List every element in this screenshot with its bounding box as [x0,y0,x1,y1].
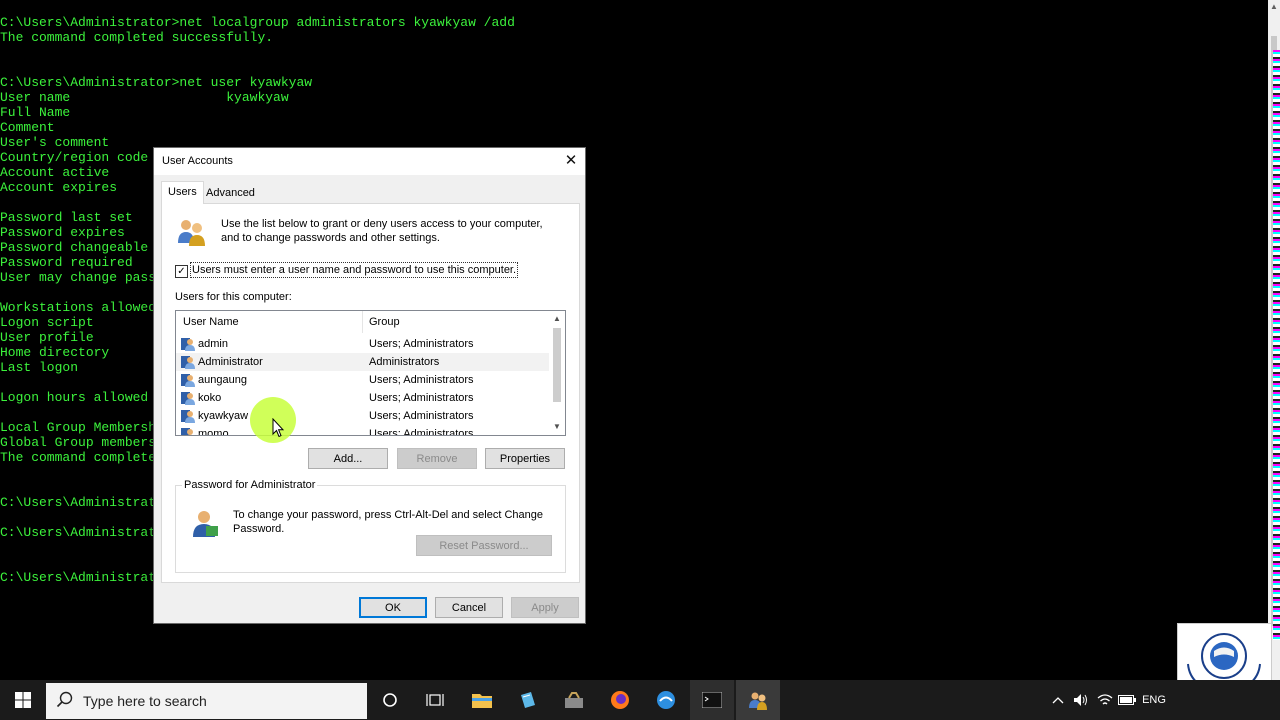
user-group-cell: Administrators [369,356,440,368]
file-explorer-icon [472,694,492,708]
user-list-row[interactable]: kyawkyaw Users; Administrators [176,407,549,425]
task-view-icon [426,694,444,706]
start-button[interactable] [0,680,46,720]
windows-logo-icon [15,692,31,708]
user-name-cell: admin [198,338,228,350]
password-groupbox: Password for Administrator To change you… [175,479,566,573]
close-icon[interactable]: ✕ [557,148,585,175]
scroll-down-icon[interactable]: ▼ [549,419,565,435]
firefox-button[interactable] [598,680,642,720]
taskbar-search-box[interactable]: Type here to search [46,683,367,719]
edge-button[interactable] [644,680,688,720]
cancel-button[interactable]: Cancel [435,597,503,618]
firefox-icon [611,691,629,709]
user-icon [181,374,195,387]
tab-users[interactable]: Users [161,181,204,204]
user-name-cell: kyawkyaw [198,410,249,422]
user-icon [181,338,195,351]
user-accounts-taskbar-button[interactable] [736,680,780,720]
user-list-row[interactable]: koko Users; Administrators [176,389,549,407]
tab-advanced[interactable]: Advanced [200,184,261,202]
user-name-cell: koko [198,392,222,404]
password-group-legend: Password for Administrator [182,479,318,491]
battery-icon [1118,695,1136,705]
user-group-cell: Users; Administrators [369,374,474,386]
user-icon [181,392,195,405]
user-name-cell: aungaung [198,374,247,386]
add-user-button[interactable]: Add... [308,448,388,469]
user-group-cell: Users; Administrators [369,392,474,404]
scroll-up-arrow-icon[interactable]: ▲ [1268,0,1280,14]
reset-password-button[interactable]: Reset Password... [416,535,552,556]
screen-edge-artifact [1273,50,1280,640]
edge-icon [657,691,675,709]
user-list-row[interactable]: aungaung Users; Administrators [176,371,549,389]
user-list-row[interactable]: Administrator Administrators [176,353,549,371]
console-line: Comment [0,120,55,135]
user-name-cell: momo [198,428,229,436]
console-line: User name kyawkyaw [0,90,289,105]
scroll-up-icon[interactable]: ▲ [549,311,565,327]
file-explorer-button[interactable] [460,680,504,720]
user-list-row[interactable]: admin Users; Administrators [176,335,549,353]
apply-button[interactable]: Apply [511,597,579,618]
user-accounts-dialog: User Accounts ✕ Users Advanced Use the l… [153,147,586,624]
speaker-icon [1074,694,1087,706]
column-header-group[interactable]: Group [369,316,400,328]
dialog-titlebar[interactable]: User Accounts ✕ [154,148,585,175]
users-list-scroll-thumb[interactable] [553,328,561,402]
users-list-scrollbar[interactable]: ▲ ▼ [549,311,565,435]
console-line: C:\Users\Administrator>net user kyawkyaw [0,75,313,90]
users-list[interactable]: User Name Group admin Users; Administrato… [175,310,566,436]
toolbox-button[interactable] [552,680,596,720]
cmd-button[interactable] [690,680,734,720]
ok-button[interactable]: OK [359,597,427,618]
console-line: C:\Users\Administrator>net localgroup ad… [0,15,515,30]
require-login-label[interactable]: Users must enter a user name and passwor… [190,262,519,278]
chevron-up-icon [1052,697,1064,704]
console-line: Full Name [0,105,71,120]
cortana-button[interactable] [368,680,412,720]
user-list-row[interactable]: momo Users; Administrators [176,425,549,436]
wifi-icon [1097,694,1113,705]
remove-user-button[interactable]: Remove [397,448,477,469]
notepad-button[interactable] [506,680,550,720]
user-icon [181,356,195,369]
cortana-circle-icon [383,693,397,707]
notepad-icon [521,692,535,708]
toolbox-icon [565,692,583,708]
battery-button[interactable] [1116,680,1138,720]
input-language-indicator[interactable]: ENG [1140,680,1168,720]
search-placeholder: Type here to search [83,693,207,709]
user-name-cell: Administrator [198,356,263,368]
user-password-icon [193,511,218,537]
search-icon [56,691,73,708]
network-button[interactable] [1094,680,1116,720]
properties-button[interactable]: Properties [485,448,565,469]
intro-text: Use the list below to grant or deny user… [221,218,543,244]
task-view-button[interactable] [413,680,457,720]
password-instructions: To change your password, press Ctrl-Alt-… [233,509,543,535]
mouse-pointer-icon [272,418,284,438]
users-list-label: Users for this computer: [175,291,292,303]
dialog-title: User Accounts [162,155,233,167]
users-group-icon [178,220,205,246]
user-icon [181,428,193,435]
user-group-cell: Users; Administrators [369,410,474,422]
list-header: User Name Group [176,311,549,333]
column-divider[interactable] [362,311,363,333]
column-header-user-name[interactable]: User Name [183,316,239,328]
user-accounts-icon [749,692,767,710]
user-group-cell: Users; Administrators [369,338,474,350]
cmd-icon [702,692,722,708]
user-icon [181,410,195,423]
show-hidden-icons-button[interactable] [1048,680,1068,720]
user-group-cell: Users; Administrators [369,428,474,436]
users-tab-panel: Use the list below to grant or deny user… [161,203,580,583]
volume-button[interactable] [1070,680,1092,720]
require-login-checkbox[interactable]: ✓ [175,265,188,278]
console-line: The command completed successfully. [0,30,274,45]
